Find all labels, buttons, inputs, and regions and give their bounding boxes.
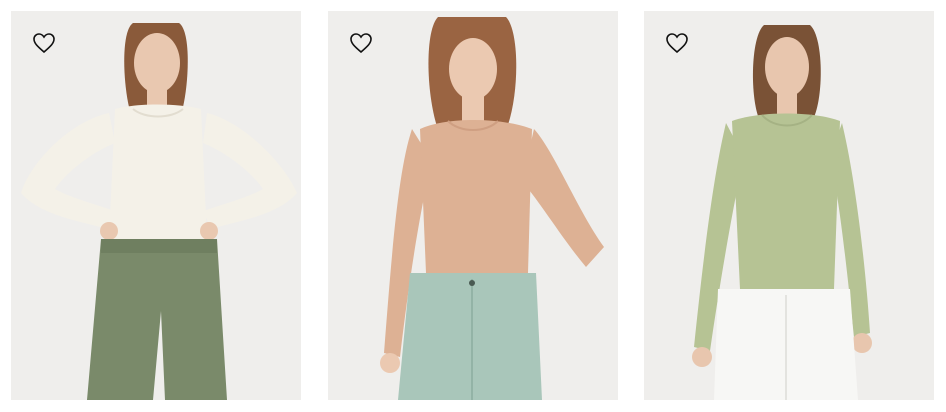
product-card[interactable] bbox=[328, 11, 618, 400]
favorite-button[interactable] bbox=[664, 31, 690, 55]
favorite-button[interactable] bbox=[348, 31, 374, 55]
product-grid bbox=[0, 0, 946, 412]
product-image[interactable] bbox=[11, 11, 301, 400]
product-card[interactable] bbox=[11, 11, 301, 400]
product-image[interactable] bbox=[328, 11, 618, 400]
product-image[interactable] bbox=[644, 11, 934, 400]
heart-outline-icon bbox=[350, 33, 372, 54]
heart-outline-icon bbox=[33, 33, 55, 54]
product-card[interactable] bbox=[644, 11, 934, 400]
favorite-button[interactable] bbox=[31, 31, 57, 55]
heart-outline-icon bbox=[666, 33, 688, 54]
